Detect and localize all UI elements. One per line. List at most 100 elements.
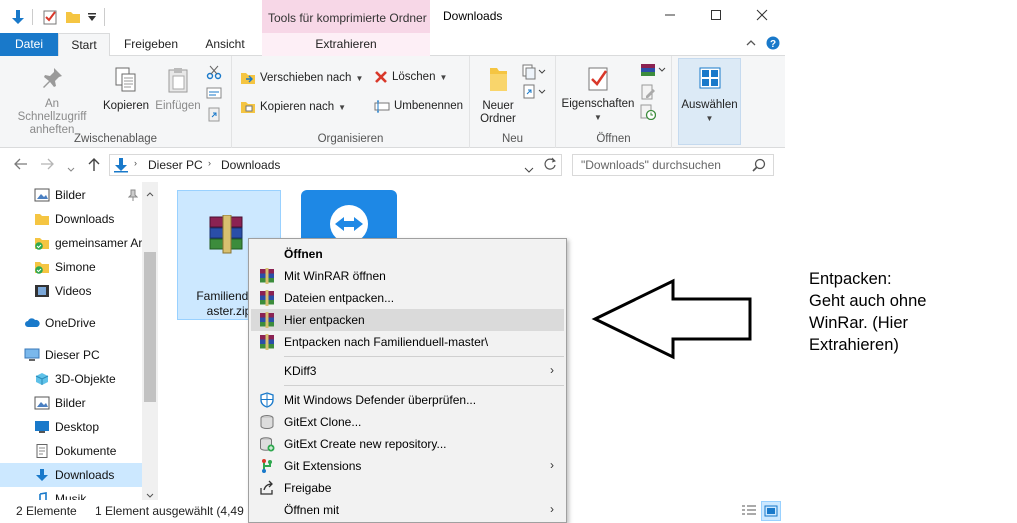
move-to-button[interactable]: Verschieben nach ▼ [240,70,363,86]
new-folder-large-icon [490,68,507,91]
nav-item-simone[interactable]: Simone [0,255,142,279]
back-arrow-icon[interactable] [14,158,28,173]
git-new-repo-icon [260,437,275,452]
new-folder-button[interactable]: Neuer Ordner [474,64,522,126]
group-open: Eigenschaften ▼ Öffnen [556,56,672,148]
details-view-icon[interactable] [741,504,757,521]
address-input[interactable]: › Dieser PC › Downloads [109,154,562,176]
nav-item-bilder[interactable]: Bilder [0,391,142,415]
nav-item-documents[interactable]: Dokumente [0,439,142,463]
downloads-location-icon [113,157,129,176]
tab-datei[interactable]: Datei [0,33,58,56]
tab-start[interactable]: Start [58,33,110,57]
paste-button[interactable]: Einfügen [152,66,204,113]
menu-item-open-with-winrar[interactable]: Mit WinRAR öffnen [251,265,564,287]
close-button[interactable] [739,4,785,28]
large-icons-view-icon[interactable] [761,501,781,521]
menu-item-git-extensions[interactable]: Git Extensions › [251,455,564,477]
file-item-teamviewer[interactable] [301,190,397,243]
open-group-label: Öffnen [596,133,631,145]
pictures-icon [34,396,50,410]
nav-item-downloads-quick[interactable]: Downloads [0,207,142,231]
submenu-chevron-icon: › [550,363,554,377]
properties-check-icon[interactable] [40,8,60,26]
winrar-icon [260,334,274,350]
nav-item-this-pc[interactable]: Dieser PC [0,343,142,367]
copy-path-icon[interactable] [206,86,222,103]
properties-button[interactable]: Eigenschaften ▼ [560,64,636,124]
quick-access-down-icon[interactable] [8,8,28,26]
tab-ansicht[interactable]: Ansicht [190,33,260,56]
copy-button[interactable]: Kopieren [100,66,152,113]
pin-icon [43,68,62,88]
cube-icon [35,373,49,385]
annotation-text: Entpacken: Geht auch ohne WinRar. (Hier … [809,268,1009,356]
item-count: 2 Elemente [16,504,77,518]
breadcrumb-dieser-pc[interactable]: Dieser PC [148,158,203,172]
recent-chevron-icon[interactable] [67,161,75,176]
nav-item-shared-folder[interactable]: gemeinsamer Ar [0,231,142,255]
collapse-ribbon-icon[interactable] [745,37,757,52]
nav-item-3d-objects[interactable]: 3D-Objekte [0,367,142,391]
pictures-icon [34,188,50,202]
select-button[interactable]: Auswählen ▼ [678,58,741,145]
cut-icon[interactable] [206,64,222,83]
refresh-icon[interactable] [543,157,557,174]
menu-item-open-with[interactable]: Öffnen mit › [251,499,564,521]
easy-access-icon[interactable] [522,84,546,103]
nav-item-videos-quick[interactable]: Videos [0,279,142,303]
scroll-up-icon[interactable] [146,186,154,200]
annotation-line: Extrahieren) [809,336,899,354]
pin-quick-access-button[interactable]: An Schnellzugriff anheften [6,66,98,137]
delete-button[interactable]: Löschen ▼ [374,70,447,84]
download-arrow-icon [36,469,48,481]
menu-item-windows-defender[interactable]: Mit Windows Defender überprüfen... [251,389,564,411]
scroll-thumb[interactable] [144,252,156,402]
nav-item-desktop[interactable]: Desktop [0,415,142,439]
menu-item-extract-files[interactable]: Dateien entpacken... [251,287,564,309]
paste-shortcut-icon[interactable] [206,106,222,125]
maximize-button[interactable] [693,4,739,28]
address-dropdown-icon[interactable] [524,162,534,176]
search-placeholder: "Downloads" durchsuchen [581,158,721,172]
menu-item-share[interactable]: Freigabe [251,477,564,499]
menu-item-extract-here[interactable]: Hier entpacken [251,309,564,331]
navigation-scrollbar[interactable] [142,182,158,500]
customize-quick-access-icon[interactable] [85,8,99,26]
breadcrumb-downloads[interactable]: Downloads [221,158,280,172]
music-icon [39,492,47,500]
nav-item-onedrive[interactable]: OneDrive [0,311,142,335]
svg-text:?: ? [770,39,776,50]
menu-item-extract-to-folder[interactable]: Entpacken nach Familienduell-master\ [251,331,564,353]
teamviewer-icon [301,190,397,243]
forward-arrow-icon[interactable] [40,158,54,173]
minimize-button[interactable] [647,4,693,28]
rename-button[interactable]: Umbenennen [374,99,463,113]
menu-item-open[interactable]: Öffnen [251,243,564,265]
nav-item-music[interactable]: Musik [0,487,142,500]
menu-separator [284,356,564,357]
history-icon[interactable] [640,104,657,123]
search-input[interactable]: "Downloads" durchsuchen [572,154,774,176]
submenu-chevron-icon: › [550,458,554,472]
tab-extrahieren[interactable]: Extrahieren [262,33,430,56]
new-folder-icon[interactable] [63,8,83,26]
clipboard-group-label: Zwischenablage [73,133,158,145]
open-with-winrar-icon[interactable] [640,62,666,81]
new-item-icon[interactable] [522,64,546,83]
menu-item-kdiff3[interactable]: KDiff3 › [251,360,564,382]
search-icon[interactable] [752,158,766,175]
tab-freigeben[interactable]: Freigeben [116,33,186,56]
synced-folder-icon [35,238,49,250]
help-icon[interactable]: ? [766,36,780,53]
winrar-archive-icon [206,214,250,258]
copy-to-button[interactable]: Kopieren nach ▼ [240,99,346,115]
menu-item-gitext-clone[interactable]: GitExt Clone... [251,411,564,433]
copy-folder-icon [241,102,255,113]
nav-item-bilder-pinned[interactable]: Bilder [0,183,142,207]
edit-icon[interactable] [640,84,656,103]
paste-icon [168,68,188,93]
nav-item-downloads[interactable]: Downloads [0,463,142,487]
up-arrow-icon[interactable] [88,158,100,175]
menu-item-gitext-create-repo[interactable]: GitExt Create new repository... [251,433,564,455]
